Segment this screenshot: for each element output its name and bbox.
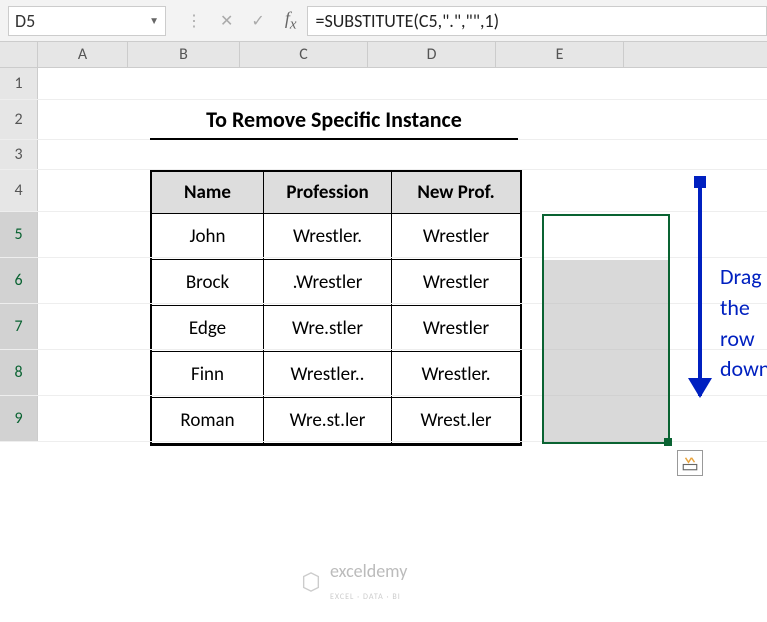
autofill-icon xyxy=(681,454,699,472)
fx-label[interactable]: fx xyxy=(275,8,307,34)
row-header-2[interactable]: 2 xyxy=(0,100,38,139)
row-header-7[interactable]: 7 xyxy=(0,304,38,349)
formula-bar-buttons: ⋮ ✕ ✓ xyxy=(176,11,275,31)
row-header-6[interactable]: 6 xyxy=(0,258,38,303)
header-profession[interactable]: Profession xyxy=(264,172,392,214)
cell-reference: D5 xyxy=(15,10,35,32)
col-header-E[interactable]: E xyxy=(496,42,624,67)
row-header-9[interactable]: 9 xyxy=(0,396,38,441)
watermark-logo-icon xyxy=(300,571,322,593)
col-header-C[interactable]: C xyxy=(240,42,368,67)
table-header-row: Name Profession New Prof. xyxy=(152,172,520,214)
column-headers: A B C D E xyxy=(0,42,767,68)
dots-icon: ⋮ xyxy=(186,11,202,31)
formula-bar: D5 ▼ ⋮ ✕ ✓ fx =SUBSTITUTE(C5,".","",1) xyxy=(0,0,767,42)
spreadsheet-grid: A B C D E 1 2 To Remove Specific Instanc… xyxy=(0,42,767,442)
col-header-B[interactable]: B xyxy=(128,42,240,67)
row-header-8[interactable]: 8 xyxy=(0,350,38,395)
row-header-4[interactable]: 4 xyxy=(0,170,38,211)
enter-icon[interactable]: ✓ xyxy=(251,11,264,31)
formula-text: =SUBSTITUTE(C5,".","",1) xyxy=(316,10,500,32)
col-header-D[interactable]: D xyxy=(368,42,496,67)
drag-arrow xyxy=(698,180,702,396)
page-title: To Remove Specific Instance xyxy=(150,100,518,140)
row-header-3[interactable]: 3 xyxy=(0,140,38,169)
row-header-1[interactable]: 1 xyxy=(0,68,38,99)
name-box[interactable]: D5 ▼ xyxy=(8,6,166,36)
watermark: exceldemy EXCEL · DATA · BI xyxy=(300,560,407,604)
header-name[interactable]: Name xyxy=(152,172,264,214)
select-all-corner[interactable] xyxy=(0,42,38,67)
name-box-dropdown-icon[interactable]: ▼ xyxy=(149,14,159,27)
autofill-options-button[interactable] xyxy=(677,450,703,476)
row-header-5[interactable]: 5 xyxy=(0,212,38,257)
formula-input[interactable]: =SUBSTITUTE(C5,".","",1) xyxy=(307,6,767,36)
col-header-A[interactable]: A xyxy=(38,42,128,67)
drag-line2: row down xyxy=(720,325,767,383)
watermark-tagline: EXCEL · DATA · BI xyxy=(330,592,401,602)
cancel-icon[interactable]: ✕ xyxy=(220,11,233,31)
header-new-prof[interactable]: New Prof. xyxy=(392,172,520,214)
drag-line1: Drag the xyxy=(720,263,762,321)
drag-instruction: Drag the row down xyxy=(720,262,767,385)
watermark-brand: exceldemy xyxy=(330,560,407,582)
